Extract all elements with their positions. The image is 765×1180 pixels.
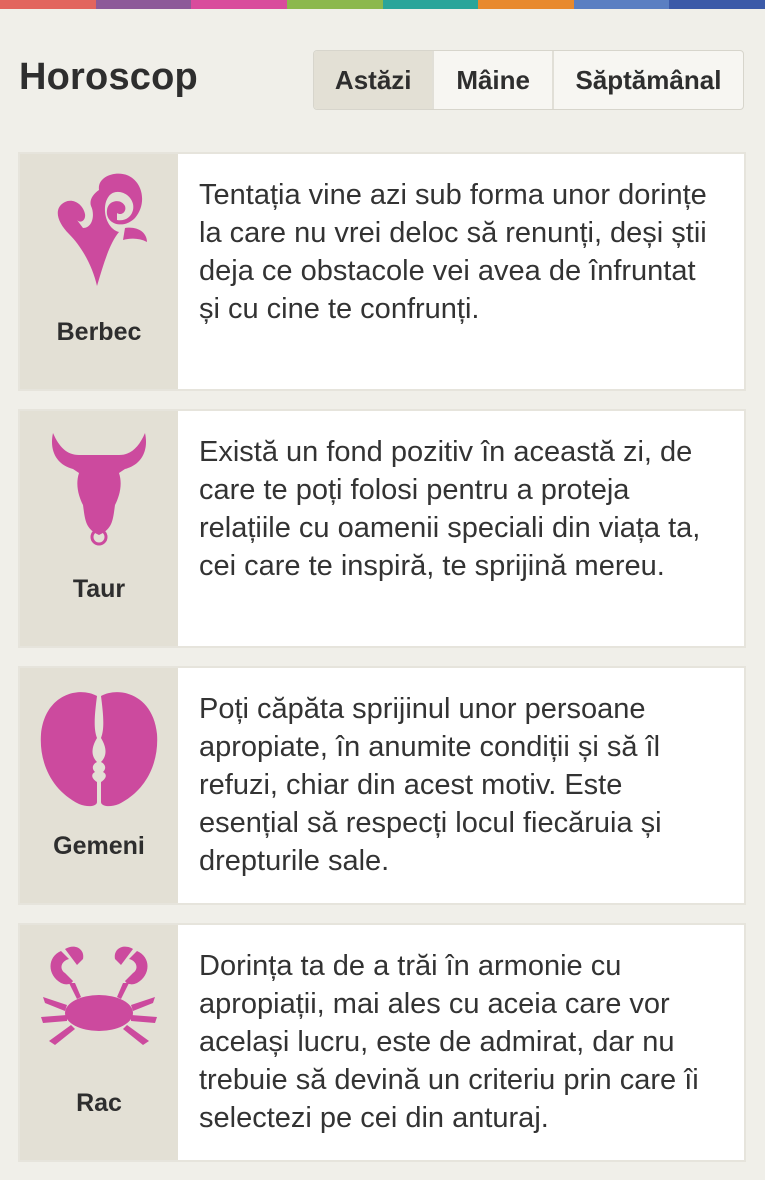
horoscope-card-rac[interactable]: Rac Dorința ta de a trăi în armonie cu a…: [18, 923, 746, 1162]
sign-panel: Berbec: [20, 154, 178, 389]
horoscope-text: Tentația vine azi sub forma unor dorințe…: [199, 179, 707, 325]
color-strip-segment: [191, 0, 287, 9]
tab-weekly[interactable]: Săptămânal: [554, 51, 743, 109]
sign-panel: Taur: [20, 411, 178, 646]
sign-name: Gemeni: [53, 832, 145, 860]
tab-today[interactable]: Astăzi: [314, 51, 435, 109]
horoscope-card-berbec[interactable]: Berbec Tentația vine azi sub forma unor …: [18, 152, 746, 391]
color-strip-segment: [286, 0, 383, 9]
header: Horoscop Astăzi Mâine Săptămânal: [0, 50, 765, 112]
color-strip-segment: [669, 0, 765, 9]
sign-panel: Gemeni: [20, 668, 178, 903]
color-strip: [0, 0, 765, 9]
sign-name: Taur: [72, 575, 126, 603]
horoscope-text: Există un fond pozitiv în această zi, de…: [199, 436, 701, 582]
sign-panel: Rac: [20, 925, 178, 1160]
cancer-icon: [41, 946, 157, 1045]
color-strip-segment: [573, 0, 670, 9]
gemini-icon: [40, 692, 158, 807]
horoscope-list: Berbec Tentația vine azi sub forma unor …: [18, 152, 746, 1180]
period-tabs: Astăzi Mâine Săptămânal: [313, 50, 744, 110]
color-strip-segment: [382, 0, 479, 9]
color-strip-segment: [95, 0, 192, 9]
sign-name: Rac: [76, 1089, 122, 1117]
horoscope-card-taur[interactable]: Taur Există un fond pozitiv în această z…: [18, 409, 746, 648]
horoscope-card-gemeni[interactable]: Gemeni Poți căpăta sprijinul unor persoa…: [18, 666, 746, 905]
horoscope-text: Dorința ta de a trăi în armonie cu aprop…: [199, 950, 699, 1134]
sign-name: Berbec: [56, 318, 142, 346]
aries-icon: [57, 173, 147, 286]
color-strip-segment: [478, 0, 574, 9]
tab-tomorrow[interactable]: Mâine: [434, 51, 554, 109]
color-strip-segment: [0, 0, 96, 9]
horoscope-text: Poți căpăta sprijinul unor persoane apro…: [199, 693, 662, 877]
page-title: Horoscop: [19, 56, 198, 98]
taurus-icon: [51, 433, 147, 546]
